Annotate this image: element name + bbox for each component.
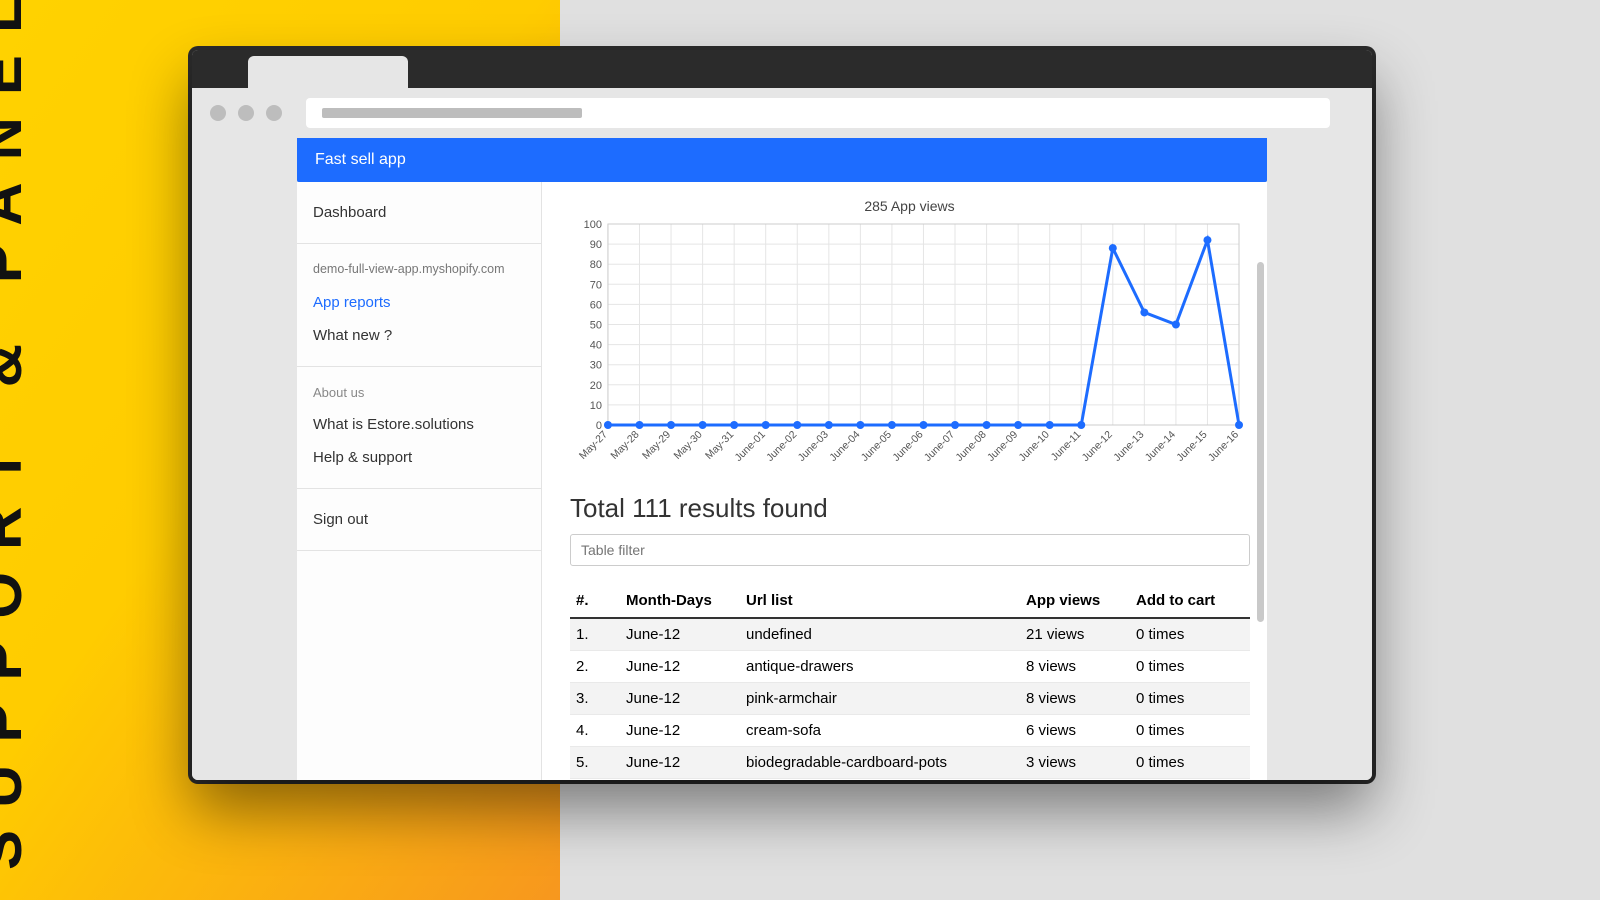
svg-text:June-15: June-15 xyxy=(1175,429,1210,464)
table-cell-views: 21 views xyxy=(1020,618,1130,651)
svg-text:50: 50 xyxy=(590,319,602,331)
results-heading: Total 111 results found xyxy=(570,493,1249,524)
table-cell-idx: 3. xyxy=(570,683,620,715)
col-header-url[interactable]: Url list xyxy=(740,584,1020,618)
browser-tab[interactable] xyxy=(248,56,408,88)
window-dot xyxy=(210,105,226,121)
sidebar-item-sign-out[interactable]: Sign out xyxy=(313,503,525,536)
svg-text:June-05: June-05 xyxy=(860,429,895,464)
table-row[interactable]: 1.June-12undefined21 views0 times xyxy=(570,618,1250,651)
svg-text:May-30: May-30 xyxy=(672,429,705,462)
svg-text:10: 10 xyxy=(590,400,602,412)
sidebar-item-app-reports[interactable]: App reports xyxy=(313,286,525,319)
table-row[interactable]: 2.June-12antique-drawers8 views0 times xyxy=(570,651,1250,683)
url-placeholder xyxy=(322,108,582,118)
table-cell-day: June-12 xyxy=(620,683,740,715)
app-title: Fast sell app xyxy=(315,151,406,169)
app-views-chart: 0102030405060708090100May-27May-28May-29… xyxy=(570,218,1249,473)
col-header-cart[interactable]: Add to cart xyxy=(1130,584,1250,618)
svg-text:40: 40 xyxy=(590,340,602,352)
browser-mockup: Fast sell app Dashboard demo-full-view-a… xyxy=(192,50,1372,780)
table-filter-input[interactable] xyxy=(570,534,1250,566)
browser-tabbar xyxy=(192,50,1372,88)
svg-text:May-27: May-27 xyxy=(578,429,611,462)
svg-text:30: 30 xyxy=(590,360,602,372)
chart-title: 285 App views xyxy=(570,198,1249,214)
svg-text:June-02: June-02 xyxy=(765,429,800,464)
scrollbar[interactable] xyxy=(1257,262,1264,622)
svg-text:May-31: May-31 xyxy=(704,429,737,462)
sidebar-item-what-new[interactable]: What new ? xyxy=(313,319,525,352)
svg-text:June-04: June-04 xyxy=(828,429,863,464)
svg-text:100: 100 xyxy=(584,219,602,231)
app-header: Fast sell app xyxy=(297,138,1267,182)
svg-text:60: 60 xyxy=(590,299,602,311)
col-header-idx[interactable]: #. xyxy=(570,584,620,618)
svg-text:June-10: June-10 xyxy=(1017,429,1052,464)
table-row[interactable]: 5.June-12biodegradable-cardboard-pots3 v… xyxy=(570,747,1250,779)
window-dot xyxy=(238,105,254,121)
table-cell-idx: 1. xyxy=(570,618,620,651)
svg-text:20: 20 xyxy=(590,380,602,392)
table-cell-cart: 0 times xyxy=(1130,747,1250,779)
table-cell-url: pink-armchair xyxy=(740,683,1020,715)
table-cell-url: biodegradable-cardboard-pots xyxy=(740,747,1020,779)
url-bar[interactable] xyxy=(306,98,1330,128)
table-cell-url: cream-sofa xyxy=(740,715,1020,747)
col-header-views[interactable]: App views xyxy=(1020,584,1130,618)
table-cell-url: antique-drawers xyxy=(740,651,1020,683)
table-cell-views: 3 views xyxy=(1020,747,1130,779)
table-cell-cart: 0 times xyxy=(1130,618,1250,651)
sidebar: Dashboard demo-full-view-app.myshopify.c… xyxy=(297,182,542,780)
table-cell-views: 6 views xyxy=(1020,715,1130,747)
table-cell-day: June-12 xyxy=(620,747,740,779)
sidebar-item-dashboard[interactable]: Dashboard xyxy=(313,196,525,229)
svg-text:June-09: June-09 xyxy=(986,429,1021,464)
svg-text:June-07: June-07 xyxy=(923,429,958,464)
table-cell-url: undefined xyxy=(740,618,1020,651)
promo-side-label: SUPPORT & PANEL xyxy=(0,0,35,870)
table-row[interactable]: 4.June-12cream-sofa6 views0 times xyxy=(570,715,1250,747)
svg-text:90: 90 xyxy=(590,239,602,251)
table-cell-cart: 0 times xyxy=(1130,683,1250,715)
table-cell-day: June-12 xyxy=(620,618,740,651)
svg-text:June-16: June-16 xyxy=(1207,429,1242,464)
sidebar-item-help[interactable]: Help & support xyxy=(313,441,525,474)
table-cell-idx: 5. xyxy=(570,747,620,779)
svg-text:June-12: June-12 xyxy=(1080,429,1115,464)
table-cell-idx: 2. xyxy=(570,651,620,683)
svg-text:June-06: June-06 xyxy=(891,429,926,464)
table-cell-cart: 0 times xyxy=(1130,715,1250,747)
sidebar-item-what-is[interactable]: What is Estore.solutions xyxy=(313,408,525,441)
sidebar-shop-domain: demo-full-view-app.myshopify.com xyxy=(313,258,525,286)
svg-text:80: 80 xyxy=(590,259,602,271)
table-cell-views: 8 views xyxy=(1020,651,1130,683)
svg-text:May-28: May-28 xyxy=(609,429,642,462)
svg-text:June-03: June-03 xyxy=(796,429,831,464)
table-cell-day: June-12 xyxy=(620,651,740,683)
svg-text:May-29: May-29 xyxy=(641,429,674,462)
svg-text:June-11: June-11 xyxy=(1049,429,1083,463)
browser-viewport: Fast sell app Dashboard demo-full-view-a… xyxy=(192,138,1372,780)
table-cell-day: June-12 xyxy=(620,715,740,747)
table-cell-cart: 0 times xyxy=(1130,651,1250,683)
table-cell-idx: 4. xyxy=(570,715,620,747)
browser-toolbar xyxy=(192,88,1372,138)
svg-text:70: 70 xyxy=(590,279,602,291)
col-header-day[interactable]: Month-Days xyxy=(620,584,740,618)
svg-text:June-01: June-01 xyxy=(733,429,768,464)
sidebar-heading-about: About us xyxy=(313,381,525,408)
table-row[interactable]: 3.June-12pink-armchair8 views0 times xyxy=(570,683,1250,715)
main-panel: 285 App views 0102030405060708090100May-… xyxy=(542,182,1267,780)
svg-text:June-14: June-14 xyxy=(1143,429,1178,464)
results-table: #. Month-Days Url list App views Add to … xyxy=(570,584,1250,779)
table-cell-views: 8 views xyxy=(1020,683,1130,715)
window-dot xyxy=(266,105,282,121)
svg-text:June-08: June-08 xyxy=(954,429,989,464)
svg-text:June-13: June-13 xyxy=(1112,429,1147,464)
